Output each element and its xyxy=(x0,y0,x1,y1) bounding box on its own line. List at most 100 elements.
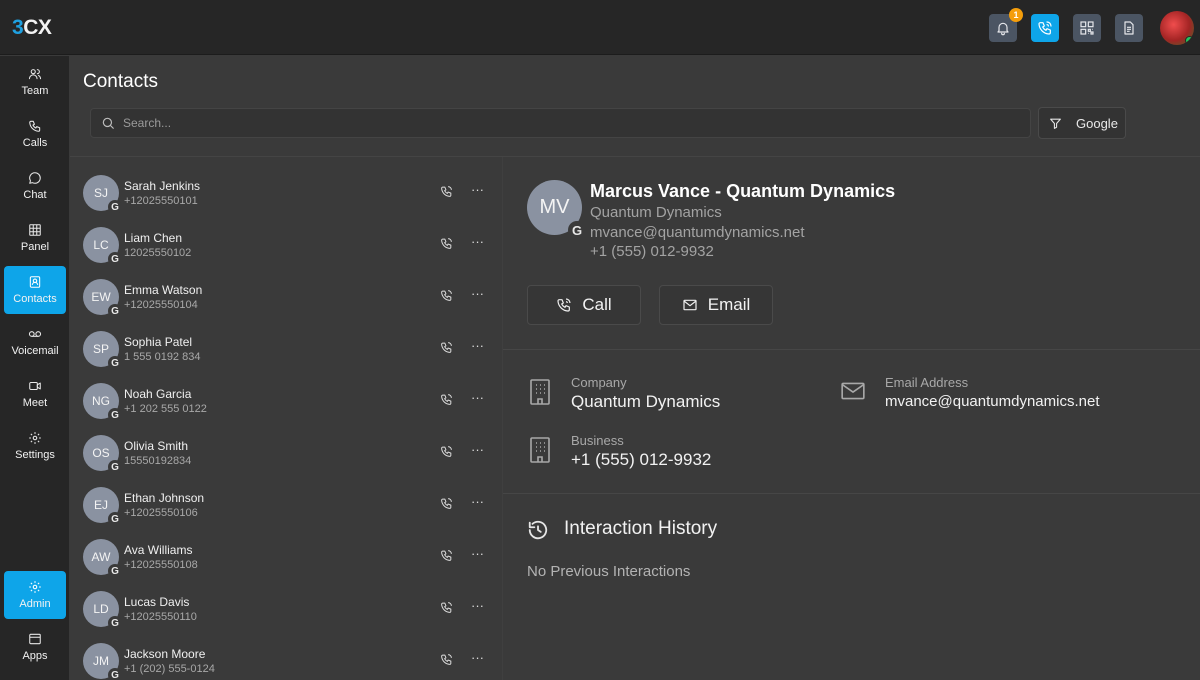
company-value: Quantum Dynamics xyxy=(571,392,721,411)
call-icon[interactable] xyxy=(440,445,453,458)
online-status-dot xyxy=(1185,36,1194,45)
sidebar-item-calls[interactable]: Calls xyxy=(4,110,66,158)
qr-code-button[interactable] xyxy=(1073,14,1101,42)
avatar-initials: LD xyxy=(93,602,109,616)
google-icon: G xyxy=(108,200,122,214)
building-icon xyxy=(530,379,550,405)
filter-label: Google xyxy=(1076,115,1118,131)
google-icon: G xyxy=(108,252,122,266)
sidebar-item-panel[interactable]: Panel xyxy=(4,214,66,262)
more-options-icon[interactable]: ··· xyxy=(471,442,484,457)
sidebar-item-settings[interactable]: Settings xyxy=(4,422,66,470)
more-options-icon[interactable]: ··· xyxy=(471,390,484,405)
app-logo[interactable]: 3CX xyxy=(12,16,52,40)
more-options-icon[interactable]: ··· xyxy=(471,182,484,197)
interaction-history-title: Interaction History xyxy=(564,518,718,539)
call-icon[interactable] xyxy=(440,497,453,510)
avatar-initials: LC xyxy=(93,238,109,252)
avatar: JM G xyxy=(83,643,122,680)
more-options-icon[interactable]: ··· xyxy=(471,494,484,509)
document-button[interactable] xyxy=(1115,14,1143,42)
user-avatar[interactable] xyxy=(1160,11,1194,45)
history-icon xyxy=(528,520,548,540)
bell-icon xyxy=(997,22,1009,36)
contact-detail-company: Quantum Dynamics xyxy=(590,204,722,221)
phone-status-button[interactable] xyxy=(1031,14,1059,42)
more-options-icon[interactable]: ··· xyxy=(471,234,484,249)
sidebar-item-voicemail[interactable]: Voicemail xyxy=(4,318,66,366)
sidebar-item-label: Calls xyxy=(22,137,48,149)
list-item[interactable]: SJ G Sarah Jenkins +12025550101 ··· xyxy=(70,162,502,214)
detail-divider xyxy=(503,493,1200,494)
email-address-value[interactable]: mvance@quantumdynamics.net xyxy=(885,393,1100,410)
contact-phone: +12025550108 xyxy=(124,559,198,571)
list-item[interactable]: OS G Olivia Smith 15550192834 ··· xyxy=(70,422,502,474)
apps-window-icon xyxy=(29,633,41,645)
more-options-icon[interactable]: ··· xyxy=(471,598,484,613)
business-value[interactable]: +1 (555) 012-9932 xyxy=(571,450,711,470)
call-icon[interactable] xyxy=(440,237,453,250)
phone-icon xyxy=(29,120,41,132)
envelope-icon xyxy=(683,299,697,311)
contact-name: Liam Chen xyxy=(124,231,183,245)
avatar-initials: EW xyxy=(91,290,111,304)
notifications-button[interactable]: 1 xyxy=(989,8,1023,42)
list-item[interactable]: JM G Jackson Moore +1 (202) 555-0124 ··· xyxy=(70,630,502,680)
search-input[interactable] xyxy=(123,116,1003,130)
logo-prefix: 3 xyxy=(12,16,24,39)
filter-button[interactable]: Google xyxy=(1038,107,1126,139)
list-item[interactable]: EJ G Ethan Johnson +12025550106 ··· xyxy=(70,474,502,526)
avatar: LC G xyxy=(83,227,122,266)
business-label: Business xyxy=(571,433,624,448)
sidebar-item-meet[interactable]: Meet xyxy=(4,370,66,418)
list-item[interactable]: EW G Emma Watson +12025550104 ··· xyxy=(70,266,502,318)
list-item[interactable]: LD G Lucas Davis +12025550110 ··· xyxy=(70,578,502,630)
sidebar-item-admin[interactable]: Admin xyxy=(4,571,66,619)
list-item[interactable]: NG G Noah Garcia +1 202 555 0122 ··· xyxy=(70,370,502,422)
call-icon[interactable] xyxy=(440,185,453,198)
email-button-label: Email xyxy=(707,295,751,314)
contact-name: Sarah Jenkins xyxy=(124,179,201,193)
interaction-history-empty: No Previous Interactions xyxy=(527,563,691,580)
more-options-icon[interactable]: ··· xyxy=(471,546,484,561)
list-item[interactable]: LC G Liam Chen 12025550102 ··· xyxy=(70,214,502,266)
list-item[interactable]: AW G Ava Williams +12025550108 ··· xyxy=(70,526,502,578)
sidebar-item-team[interactable]: Team xyxy=(4,58,66,106)
more-options-icon[interactable]: ··· xyxy=(471,286,484,301)
more-options-icon[interactable]: ··· xyxy=(471,338,484,353)
contact-detail-avatar: MV G xyxy=(527,180,586,239)
phone-icon xyxy=(1038,21,1052,35)
contact-phone: 12025550102 xyxy=(124,247,192,259)
avatar: SJ G xyxy=(83,175,122,214)
sidebar-item-label: Panel xyxy=(20,241,50,253)
sidebar-item-contacts[interactable]: Contacts xyxy=(4,266,66,314)
list-item[interactable]: SP G Sophia Patel 1 555 0192 834 ··· xyxy=(70,318,502,370)
contact-phone: +1 (202) 555-0124 xyxy=(124,663,215,675)
google-icon: G xyxy=(108,564,122,578)
call-icon[interactable] xyxy=(440,653,453,666)
sidebar-item-apps[interactable]: Apps xyxy=(4,623,66,671)
contact-name: Sophia Patel xyxy=(124,335,193,349)
avatar: LD G xyxy=(83,591,122,630)
sidebar-item-label: Team xyxy=(21,85,49,97)
video-icon xyxy=(29,381,41,391)
chat-icon xyxy=(29,172,41,184)
email-button[interactable]: Email xyxy=(659,285,773,325)
call-icon[interactable] xyxy=(440,601,453,614)
sidebar-item-chat[interactable]: Chat xyxy=(4,162,66,210)
search-box[interactable] xyxy=(90,108,1031,138)
call-icon[interactable] xyxy=(440,289,453,302)
document-icon xyxy=(1124,21,1134,35)
call-icon[interactable] xyxy=(440,549,453,562)
admin-gear-icon xyxy=(29,581,41,593)
grid-icon xyxy=(29,224,41,236)
call-icon[interactable] xyxy=(440,393,453,406)
call-button[interactable]: Call xyxy=(527,285,641,325)
contact-phone: +1 202 555 0122 xyxy=(124,403,207,415)
company-label: Company xyxy=(571,375,627,390)
call-icon[interactable] xyxy=(440,341,453,354)
page-title: Contacts xyxy=(83,71,158,92)
more-options-icon[interactable]: ··· xyxy=(471,650,484,665)
avatar: EW G xyxy=(83,279,122,318)
contact-card-icon xyxy=(29,276,41,288)
